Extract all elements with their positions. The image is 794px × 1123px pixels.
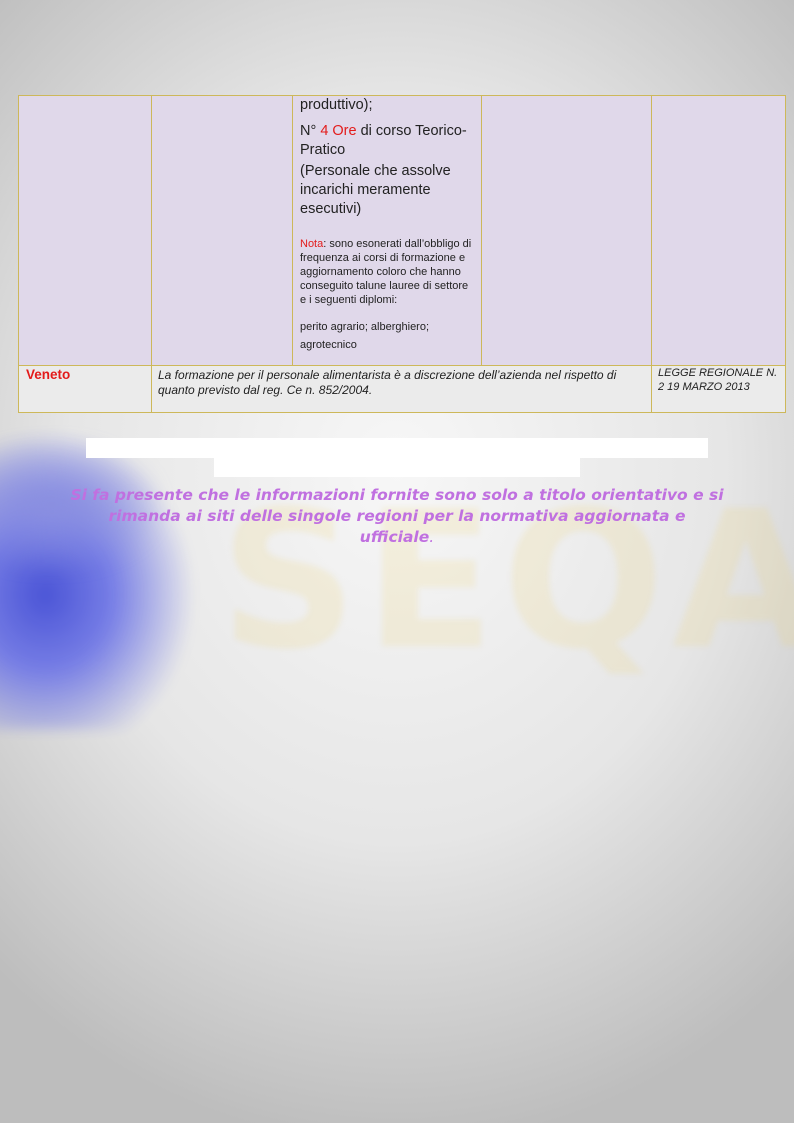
disclaimer-period: . bbox=[429, 528, 435, 546]
region-description: La formazione per il personale alimentar… bbox=[151, 365, 652, 413]
table-cell-category bbox=[151, 95, 293, 366]
table-row: Veneto La formazione per il personale al… bbox=[18, 365, 786, 413]
law-reference: LEGGE REGIONALE N. 2 19 MARZO 2013 bbox=[651, 365, 786, 413]
disclaimer-text: Si fa presente che le informazioni forni… bbox=[70, 486, 724, 546]
staff-description: (Personale che assolve incarichi meramen… bbox=[300, 163, 451, 217]
region-name: Veneto bbox=[18, 365, 152, 413]
hours-text: N° 4 Ore di corso Teorico-Pratico bbox=[300, 122, 477, 160]
redaction-bar bbox=[214, 458, 580, 477]
table-cell-validity bbox=[481, 95, 652, 366]
hours-value: 4 Ore bbox=[320, 123, 357, 139]
regional-training-table: produttivo); N° 4 Ore di corso Teorico-P… bbox=[18, 95, 786, 413]
disclaimer-note: Si fa presente che le informazioni forni… bbox=[70, 485, 724, 548]
table-cell-region bbox=[18, 95, 152, 366]
note-text: : sono esonerati dall’obbligo di frequen… bbox=[300, 238, 472, 306]
table-cell-reference bbox=[651, 95, 786, 366]
hours-prefix: N° bbox=[300, 123, 321, 139]
table-cell-training-requirements: produttivo); N° 4 Ore di corso Teorico-P… bbox=[292, 95, 482, 366]
diploma-list: perito agrario; alberghiero; agrotecnico bbox=[300, 321, 430, 351]
exemption-note: Nota: sono esonerati dall’obbligo di fre… bbox=[300, 237, 477, 307]
note-label: Nota bbox=[300, 238, 324, 250]
table-row: produttivo); N° 4 Ore di corso Teorico-P… bbox=[18, 95, 786, 366]
requirements-line: produttivo); bbox=[300, 97, 373, 113]
redaction-bar bbox=[86, 438, 708, 458]
